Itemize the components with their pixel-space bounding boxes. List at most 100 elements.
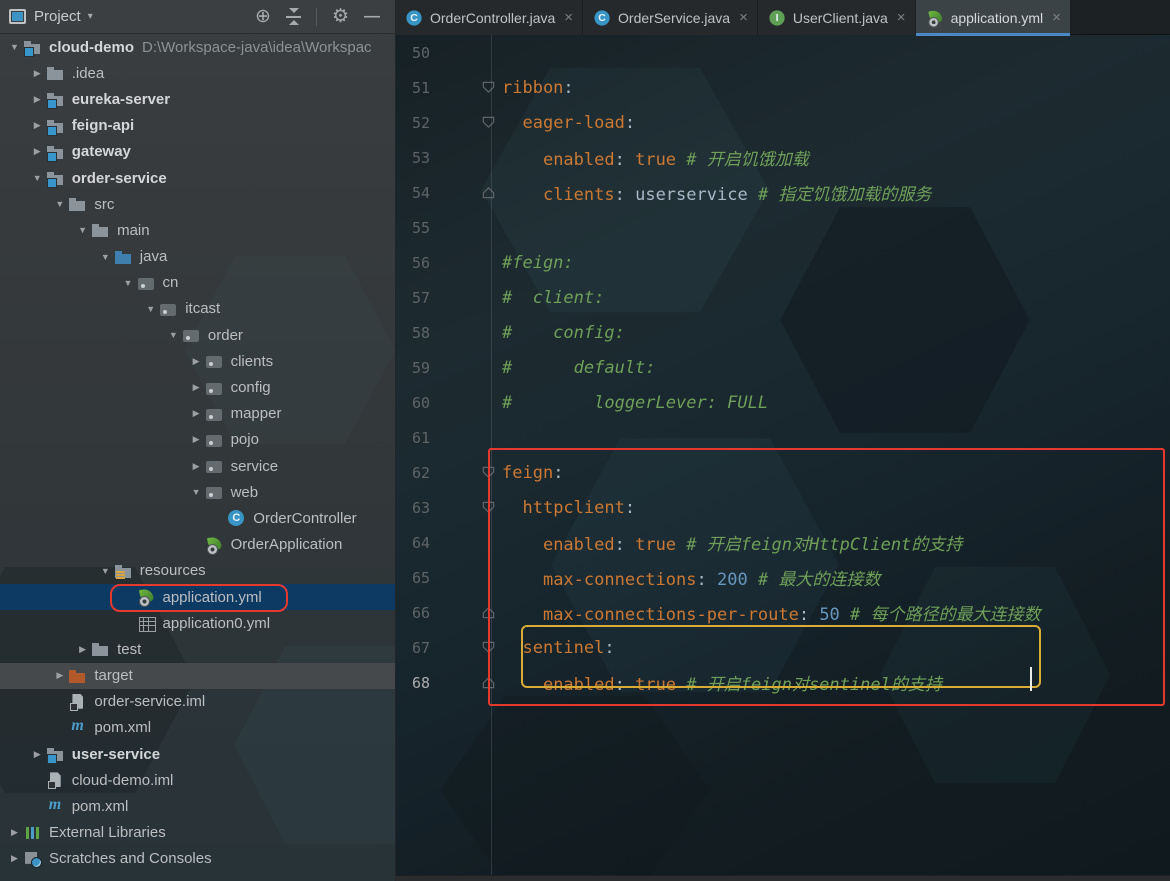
tree-item-pojo[interactable]: ▶ pojo bbox=[0, 427, 395, 453]
tree-item-scratches-and-consoles[interactable]: ▶ Scratches and Consoles bbox=[0, 846, 395, 872]
chevron-collapsed-icon[interactable]: ▶ bbox=[187, 461, 206, 472]
tab-label: application.yml bbox=[950, 9, 1044, 26]
folder-excluded-icon bbox=[69, 667, 88, 684]
tree-item-resources[interactable]: ▼ resources bbox=[0, 558, 395, 584]
panel-title[interactable]: Project bbox=[34, 8, 81, 25]
tree-item-application0-yml[interactable]: application0.yml bbox=[0, 610, 395, 636]
tree-item-feign-api[interactable]: ▶ feign-api bbox=[0, 113, 395, 139]
tree-item-src[interactable]: ▼ src bbox=[0, 191, 395, 217]
code-line-55[interactable]: 55 bbox=[395, 210, 1170, 245]
chevron-expanded-icon[interactable]: ▼ bbox=[164, 330, 183, 340]
locate-icon[interactable]: ⊕ bbox=[255, 7, 271, 26]
tree-item-java[interactable]: ▼ java bbox=[0, 244, 395, 270]
tree-item-config[interactable]: ▶ config bbox=[0, 374, 395, 400]
chevron-collapsed-icon[interactable]: ▶ bbox=[187, 434, 206, 445]
chevron-collapsed-icon[interactable]: ▶ bbox=[5, 853, 24, 864]
tab-close-icon[interactable]: × bbox=[564, 9, 573, 26]
tree-item-path: D:\Workspace-java\idea\Workspac bbox=[142, 38, 372, 56]
tree-item-test[interactable]: ▶ test bbox=[0, 636, 395, 662]
collapse-all-icon[interactable] bbox=[285, 8, 301, 25]
fold-start-icon[interactable] bbox=[478, 115, 498, 131]
project-tool-window-icon[interactable] bbox=[9, 9, 26, 24]
line-number: 52 bbox=[411, 113, 430, 132]
chevron-expanded-icon[interactable]: ▼ bbox=[5, 42, 24, 52]
annotation-red-box-tree bbox=[110, 584, 288, 612]
code-line-60[interactable]: 60 # loggerLever: FULL bbox=[395, 385, 1170, 420]
chevron-collapsed-icon[interactable]: ▶ bbox=[187, 382, 206, 393]
tab-label: OrderController.java bbox=[430, 9, 556, 26]
tab-userclient-java[interactable]: UserClient.java × bbox=[757, 0, 916, 35]
tree-item-main[interactable]: ▼ main bbox=[0, 217, 395, 243]
tree-item-pom-xml[interactable]: pom.xml bbox=[0, 715, 395, 741]
tree-item-cloud-demo[interactable]: ▼ cloud-demo D:\Workspace-java\idea\Worksp… bbox=[0, 34, 395, 60]
fold-end-icon[interactable] bbox=[478, 185, 498, 201]
tree-item-ordercontroller[interactable]: OrderController bbox=[0, 505, 395, 531]
tree-item-order-service[interactable]: ▼ order-service bbox=[0, 165, 395, 191]
code-line-52[interactable]: 52 eager-load: bbox=[395, 105, 1170, 140]
chevron-expanded-icon[interactable]: ▼ bbox=[187, 487, 206, 497]
chevron-expanded-icon[interactable]: ▼ bbox=[96, 252, 115, 262]
tree-item-eureka-server[interactable]: ▶ eureka-server bbox=[0, 86, 395, 112]
package-icon bbox=[205, 406, 224, 422]
chevron-expanded-icon[interactable]: ▼ bbox=[50, 199, 69, 209]
chevron-down-icon[interactable]: ▾ bbox=[88, 11, 93, 22]
tab-application-yml[interactable]: application.yml × bbox=[915, 0, 1071, 36]
ide-window: Project ▾ ⊕ ⚙ — ▼ cloud-demo D:\Workspace-… bbox=[0, 0, 1170, 881]
chevron-expanded-icon[interactable]: ▼ bbox=[141, 304, 160, 314]
chevron-expanded-icon[interactable]: ▼ bbox=[28, 173, 47, 183]
tree-item-order-service-iml[interactable]: order-service.iml bbox=[0, 689, 395, 715]
tab-ordercontroller-java[interactable]: OrderController.java × bbox=[395, 0, 584, 35]
chevron-expanded-icon[interactable]: ▼ bbox=[73, 225, 92, 235]
tree-item-target[interactable]: ▶ target bbox=[0, 662, 395, 689]
tree-item-orderapplication[interactable]: OrderApplication bbox=[0, 532, 395, 558]
tree-item-clients[interactable]: ▶ clients bbox=[0, 348, 395, 374]
chevron-collapsed-icon[interactable]: ▶ bbox=[28, 68, 47, 79]
code-line-56[interactable]: 56 #feign: bbox=[395, 245, 1170, 280]
tree-item-external-libraries[interactable]: ▶ External Libraries bbox=[0, 820, 395, 846]
panel-divider[interactable] bbox=[395, 0, 396, 881]
code-line-53[interactable]: 53 enabled: true # 开启饥饿加载 bbox=[395, 140, 1170, 175]
chevron-collapsed-icon[interactable]: ▶ bbox=[28, 120, 47, 131]
code-line-57[interactable]: 57 # client: bbox=[395, 280, 1170, 315]
tree-item-idea[interactable]: ▶ .idea bbox=[0, 60, 395, 86]
tree-item-service[interactable]: ▶ service bbox=[0, 453, 395, 479]
chevron-collapsed-icon[interactable]: ▶ bbox=[50, 670, 69, 681]
fold-start-icon[interactable] bbox=[478, 80, 498, 96]
chevron-collapsed-icon[interactable]: ▶ bbox=[28, 94, 47, 105]
chevron-collapsed-icon[interactable]: ▶ bbox=[187, 408, 206, 419]
hide-icon[interactable]: — bbox=[364, 8, 380, 25]
tree-item-cn[interactable]: ▼ cn bbox=[0, 270, 395, 296]
tab-close-icon[interactable]: × bbox=[739, 9, 748, 26]
chevron-expanded-icon[interactable]: ▼ bbox=[96, 566, 115, 576]
tree-item-order[interactable]: ▼ order bbox=[0, 322, 395, 348]
code-line-50[interactable]: 50 bbox=[395, 35, 1170, 70]
chevron-collapsed-icon[interactable]: ▶ bbox=[73, 644, 92, 655]
code-line-51[interactable]: 51 ribbon: bbox=[395, 70, 1170, 105]
code-line-54[interactable]: 54 clients: userservice # 指定饥饿加载的服务 bbox=[395, 175, 1170, 210]
tree-item-pom-xml[interactable]: pom.xml bbox=[0, 793, 395, 819]
tab-close-icon[interactable]: × bbox=[897, 9, 906, 26]
tree-item-cloud-demo-iml[interactable]: cloud-demo.iml bbox=[0, 767, 395, 793]
code-text: eager-load: bbox=[522, 112, 636, 133]
tab-close-icon[interactable]: × bbox=[1052, 9, 1061, 26]
chevron-collapsed-icon[interactable]: ▶ bbox=[28, 146, 47, 157]
tree-item-label: pom.xml bbox=[94, 719, 152, 737]
tab-label: OrderService.java bbox=[618, 9, 731, 26]
tree-item-gateway[interactable]: ▶ gateway bbox=[0, 139, 395, 165]
tree-item-itcast[interactable]: ▼ itcast bbox=[0, 296, 395, 322]
code-line-58[interactable]: 58 # config: bbox=[395, 315, 1170, 350]
chevron-collapsed-icon[interactable]: ▶ bbox=[28, 749, 47, 760]
code-line-59[interactable]: 59 # default: bbox=[395, 350, 1170, 385]
chevron-collapsed-icon[interactable]: ▶ bbox=[5, 827, 24, 838]
tree-item-mapper[interactable]: ▶ mapper bbox=[0, 401, 395, 427]
chevron-expanded-icon[interactable]: ▼ bbox=[119, 278, 138, 288]
module-icon bbox=[46, 143, 65, 162]
tree-item-user-service[interactable]: ▶ user-service bbox=[0, 741, 395, 767]
tree-item-web[interactable]: ▼ web bbox=[0, 479, 395, 505]
background-shape bbox=[440, 696, 710, 881]
settings-icon[interactable]: ⚙ bbox=[332, 7, 349, 26]
chevron-collapsed-icon[interactable]: ▶ bbox=[187, 356, 206, 367]
tab-orderservice-java[interactable]: OrderService.java × bbox=[583, 0, 758, 35]
package-icon bbox=[205, 458, 224, 474]
